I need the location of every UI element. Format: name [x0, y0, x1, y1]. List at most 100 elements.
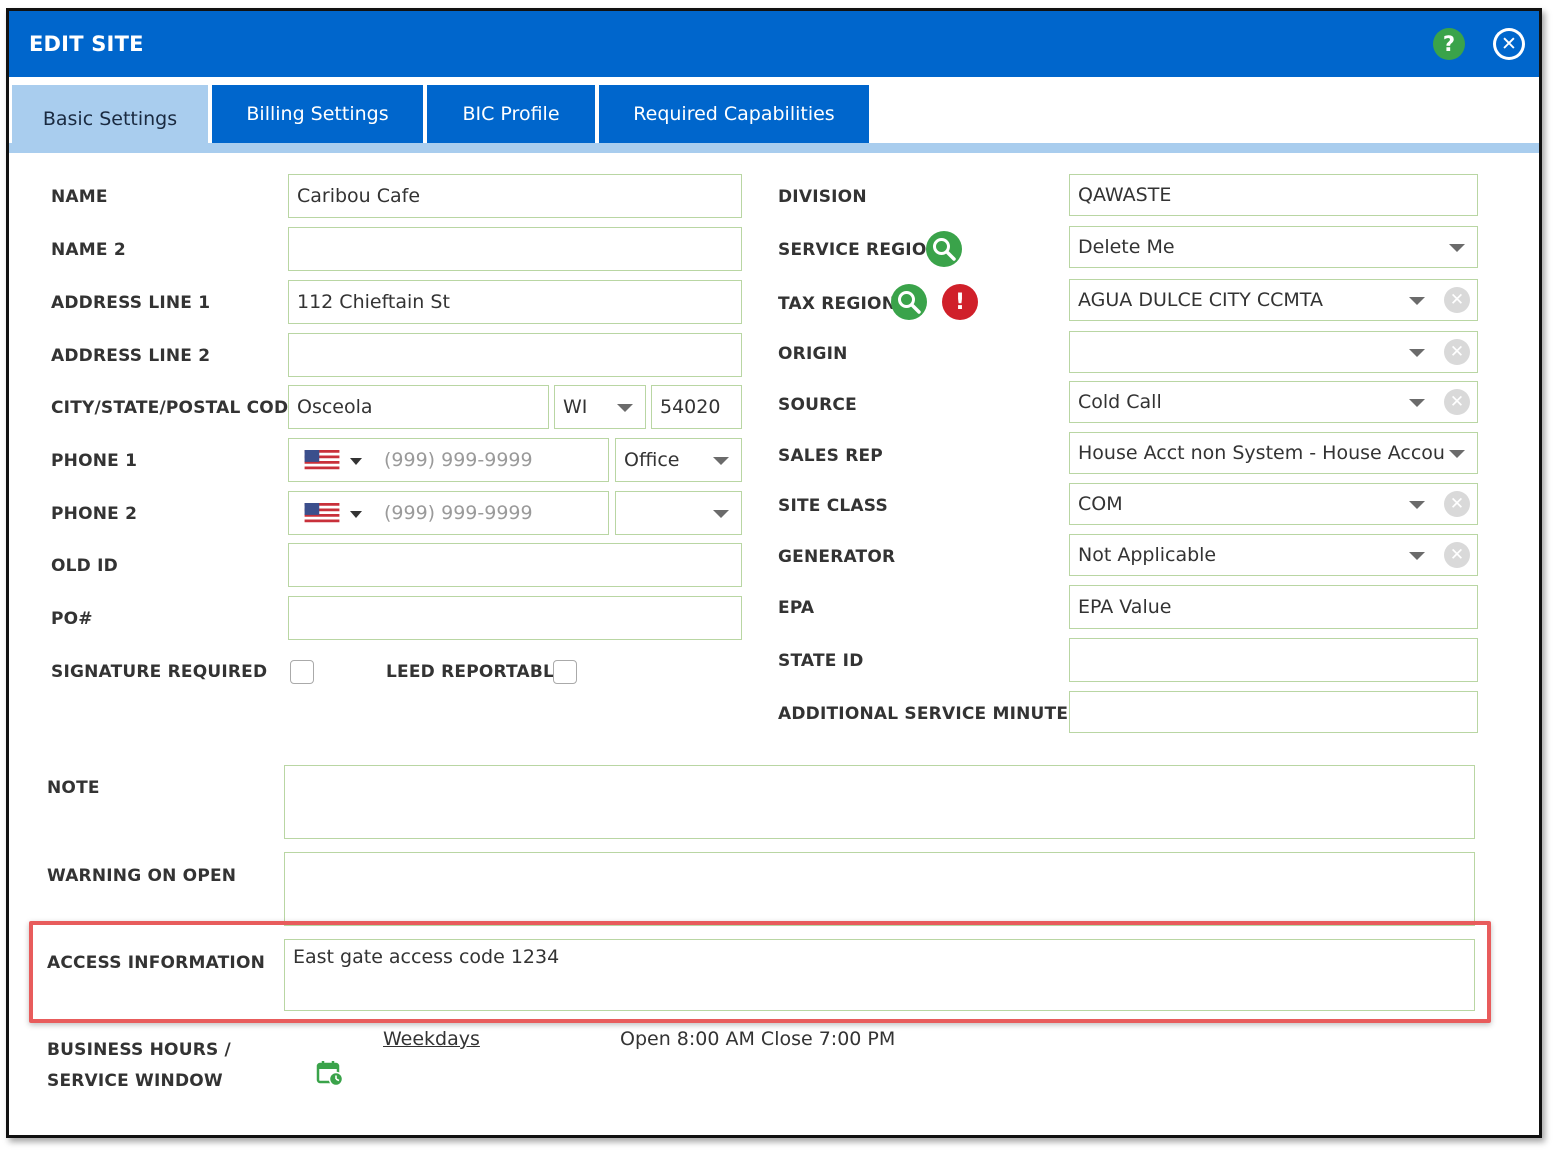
origin-label: ORIGIN: [778, 344, 848, 364]
additional-service-minutes-label: ADDITIONAL SERVICE MINUTES: [778, 704, 1081, 724]
po-input[interactable]: [288, 596, 742, 640]
leed-reportable-checkbox[interactable]: [553, 660, 577, 684]
dialog-title: EDIT SITE: [29, 32, 144, 56]
weekdays-link[interactable]: Weekdays: [383, 1028, 480, 1050]
name-label: NAME: [51, 187, 108, 207]
chevron-down-icon: [1449, 450, 1465, 458]
calendar-clock-icon: [316, 1061, 344, 1087]
postal-code-input[interactable]: 54020: [651, 385, 742, 429]
tax-region-alert-icon[interactable]: !: [942, 284, 978, 320]
us-flag-icon: [304, 450, 340, 472]
state-id-label: STATE ID: [778, 651, 864, 671]
old-id-label: OLD ID: [51, 556, 118, 576]
alert-icon: !: [954, 289, 966, 315]
warning-on-open-textarea[interactable]: [284, 852, 1475, 926]
tab-underline-strip: [9, 143, 1539, 153]
signature-required-label: SIGNATURE REQUIRED: [51, 662, 268, 682]
business-hours-calendar-button[interactable]: [316, 1059, 344, 1091]
phone1-input[interactable]: (999) 999-9999: [288, 438, 609, 482]
chevron-down-icon: [1409, 552, 1425, 560]
po-label: PO#: [51, 609, 93, 629]
dialog-titlebar: EDIT SITE ? ✕: [9, 11, 1539, 77]
epa-input[interactable]: EPA Value: [1069, 585, 1478, 629]
chevron-down-icon: [1409, 297, 1425, 305]
chevron-down-icon: [1449, 244, 1465, 252]
site-class-select[interactable]: COM ✕: [1069, 483, 1478, 525]
old-id-input[interactable]: [288, 543, 742, 587]
address-line2-input[interactable]: [288, 333, 742, 377]
sales-rep-select[interactable]: House Acct non System - House Accou: [1069, 432, 1478, 474]
tax-region-value: AGUA DULCE CITY CCMTA: [1078, 289, 1323, 311]
leed-reportable-label: LEED REPORTABLE: [386, 662, 566, 682]
source-value: Cold Call: [1078, 391, 1162, 413]
city-input[interactable]: Osceola: [288, 385, 549, 429]
city-state-postal-label: CITY/STATE/POSTAL CODE: [51, 398, 301, 418]
address-line1-label: ADDRESS LINE 1: [51, 293, 211, 313]
sales-rep-value: House Acct non System - House Accou: [1078, 442, 1445, 464]
business-hours-text: Open 8:00 AM Close 7:00 PM: [620, 1028, 896, 1050]
service-region-label: SERVICE REGION: [778, 240, 941, 260]
tab-billing-settings[interactable]: Billing Settings: [212, 85, 423, 143]
clear-icon[interactable]: ✕: [1444, 339, 1470, 365]
edit-site-dialog: EDIT SITE ? ✕ Basic Settings Billing Set…: [6, 8, 1542, 1138]
tax-region-label: TAX REGION: [778, 294, 897, 314]
help-icon: ?: [1442, 32, 1456, 56]
search-icon: [898, 291, 921, 314]
generator-select[interactable]: Not Applicable ✕: [1069, 534, 1478, 576]
signature-required-checkbox[interactable]: [290, 660, 314, 684]
chevron-down-icon: [1409, 399, 1425, 407]
state-select[interactable]: WI: [554, 385, 646, 429]
division-input[interactable]: QAWASTE: [1069, 174, 1478, 216]
epa-label: EPA: [778, 598, 815, 618]
service-region-select[interactable]: Delete Me: [1069, 226, 1478, 268]
service-region-value: Delete Me: [1078, 236, 1175, 258]
generator-label: GENERATOR: [778, 547, 896, 567]
sales-rep-label: SALES REP: [778, 446, 883, 466]
clear-icon[interactable]: ✕: [1444, 287, 1470, 313]
country-chevron-down-icon[interactable]: [350, 458, 362, 465]
state-id-input[interactable]: [1069, 638, 1478, 682]
clear-icon[interactable]: ✕: [1444, 542, 1470, 568]
close-icon: ✕: [1496, 31, 1522, 57]
state-value: WI: [563, 396, 588, 418]
us-flag-icon: [304, 503, 340, 525]
name-input[interactable]: Caribou Cafe: [288, 174, 742, 218]
phone1-placeholder: (999) 999-9999: [384, 449, 533, 471]
business-hours-label: BUSINESS HOURS /: [47, 1040, 231, 1060]
source-select[interactable]: Cold Call ✕: [1069, 381, 1478, 423]
phone2-type-select[interactable]: [615, 491, 742, 535]
tab-basic-settings[interactable]: Basic Settings: [12, 85, 208, 153]
generator-value: Not Applicable: [1078, 544, 1217, 566]
phone1-type-select[interactable]: Office: [615, 438, 742, 482]
help-button[interactable]: ?: [1433, 28, 1465, 60]
address-line1-input[interactable]: 112 Chieftain St: [288, 280, 742, 324]
chevron-down-icon: [1409, 501, 1425, 509]
tab-required-capabilities[interactable]: Required Capabilities: [599, 85, 869, 143]
clear-icon[interactable]: ✕: [1444, 491, 1470, 517]
source-label: SOURCE: [778, 395, 857, 415]
warning-on-open-label: WARNING ON OPEN: [47, 866, 237, 886]
phone2-label: PHONE 2: [51, 504, 138, 524]
service-region-search-button[interactable]: [926, 231, 962, 267]
country-chevron-down-icon[interactable]: [350, 511, 362, 518]
service-window-label: SERVICE WINDOW: [47, 1071, 223, 1091]
origin-select[interactable]: ✕: [1069, 331, 1478, 373]
tax-region-select[interactable]: AGUA DULCE CITY CCMTA ✕: [1069, 279, 1478, 321]
tax-region-search-button[interactable]: [891, 284, 927, 320]
phone2-placeholder: (999) 999-9999: [384, 502, 533, 524]
clear-icon[interactable]: ✕: [1444, 389, 1470, 415]
tab-bic-profile[interactable]: BIC Profile: [427, 85, 595, 143]
access-information-textarea[interactable]: East gate access code 1234: [284, 939, 1475, 1011]
site-class-value: COM: [1078, 493, 1123, 515]
name2-input[interactable]: [288, 227, 742, 271]
additional-service-minutes-input[interactable]: [1069, 691, 1478, 733]
phone1-label: PHONE 1: [51, 451, 138, 471]
access-information-label: ACCESS INFORMATION: [47, 953, 266, 973]
phone1-type-value: Office: [624, 449, 680, 471]
note-textarea[interactable]: [284, 765, 1475, 839]
phone2-input[interactable]: (999) 999-9999: [288, 491, 609, 535]
division-label: DIVISION: [778, 187, 867, 207]
name2-label: NAME 2: [51, 240, 126, 260]
close-button[interactable]: ✕: [1493, 28, 1525, 60]
chevron-down-icon: [713, 510, 729, 518]
